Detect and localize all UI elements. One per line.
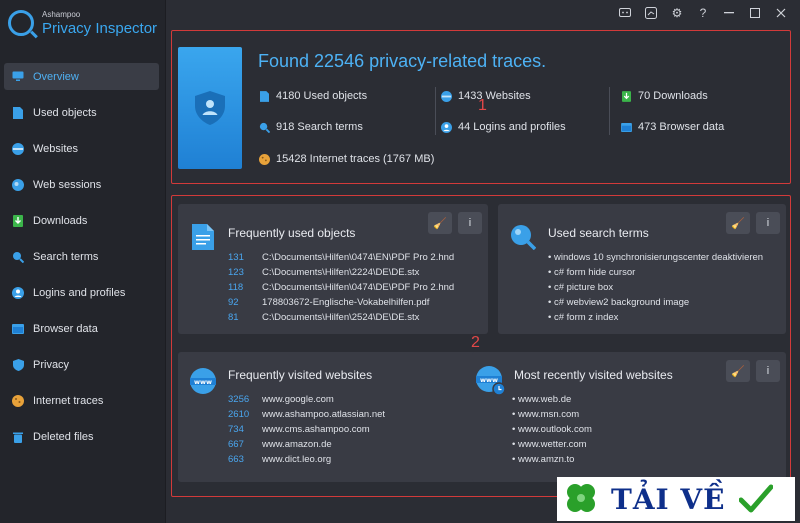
card-title: Used search terms (548, 226, 649, 240)
list-item[interactable]: 131 C:\Documents\Hilfen\0474\EN\PDF Pro 2… (228, 252, 454, 263)
overview-summary: Found 22546 privacy-related traces. 4180… (171, 30, 791, 184)
clean-button[interactable]: 🧹 (428, 212, 452, 234)
list-item[interactable]: 667 www.amazon.de (228, 439, 332, 450)
list-item[interactable]: 92 178803672-Englische-Vokabelhilfen.pdf (228, 297, 429, 308)
cards-area: 2 Frequently used objects 🧹 i 131 C:\Docu… (171, 195, 791, 497)
cookie-icon (12, 394, 24, 407)
info-button[interactable]: i (756, 360, 780, 382)
traces-found-title: Found 22546 privacy-related traces. (258, 51, 547, 71)
list-item[interactable]: 2610 www.ashampoo.atlassian.net (228, 409, 385, 420)
stat-used-objects[interactable]: 4180 Used objects (258, 90, 367, 102)
sidebar-item-search-terms[interactable]: Search terms (4, 243, 159, 270)
sidebar-item-privacy[interactable]: Privacy (4, 351, 159, 378)
stat-logins[interactable]: 44 Logins and profiles (440, 121, 566, 133)
shield-user-icon (195, 91, 225, 125)
stat-browser-data[interactable]: 473 Browser data (620, 121, 724, 133)
svg-text:www: www (194, 378, 212, 386)
list-item[interactable]: • windows 10 synchronisierungscenter dea… (548, 252, 763, 263)
document-icon (258, 90, 270, 102)
sidebar-item-internet-traces[interactable]: Internet traces (4, 387, 159, 414)
svg-text:www: www (480, 376, 498, 384)
download-icon (12, 214, 24, 227)
card-used-search-terms: Used search terms 🧹 i • windows 10 synch… (498, 204, 786, 334)
trash-icon (12, 431, 24, 443)
card-most-recently-visited-websites: www Most recently visited websites 🧹 i •… (472, 352, 786, 482)
list-item[interactable]: • c# form z index (548, 312, 618, 323)
clean-button[interactable]: 🧹 (726, 212, 750, 234)
annotation-marker-2: 2 (471, 334, 480, 351)
search-icon (12, 251, 24, 263)
info-button[interactable]: i (756, 212, 780, 234)
cookie-icon (258, 153, 270, 165)
user-icon (440, 121, 452, 133)
stat-search-terms[interactable]: 918 Search terms (258, 121, 363, 133)
magnifier-logo-icon (8, 10, 34, 36)
info-button[interactable]: i (458, 212, 482, 234)
brand: Ashampoo Privacy Inspector (8, 10, 157, 36)
broom-icon: 🧹 (731, 365, 745, 378)
card-title: Most recently visited websites (514, 368, 673, 382)
list-item[interactable]: • c# form hide cursor (548, 267, 635, 278)
list-item[interactable]: 81 C:\Documents\Hilfen\2524\DE\DE.stx (228, 312, 419, 323)
list-item[interactable]: 123 C:\Documents\Hilfen\2224\DE\DE.stx (228, 267, 419, 278)
www-icon (12, 142, 24, 155)
sidebar-item-deleted-files[interactable]: Deleted files (4, 423, 159, 450)
stat-divider (435, 87, 436, 135)
privacy-shield-tile (178, 47, 242, 169)
card-frequently-visited-websites: www Frequently visited websites 3256 www.… (178, 352, 488, 482)
stat-divider (609, 87, 610, 135)
sidebar-item-overview[interactable]: Overview (4, 63, 159, 90)
sidebar-item-websites[interactable]: Websites (4, 135, 159, 162)
card-title: Frequently visited websites (228, 368, 373, 382)
document-icon (192, 224, 214, 250)
browser-icon (620, 121, 632, 133)
search-icon (511, 225, 536, 250)
www-clock-icon: www (476, 366, 506, 396)
sidebar-item-browser-data[interactable]: Browser data (4, 315, 159, 342)
list-item[interactable]: 118 C:\Documents\Hilfen\0474\DE\PDF Pro 2… (228, 282, 454, 293)
main-content: Found 22546 privacy-related traces. 4180… (166, 0, 800, 523)
download-icon (620, 90, 632, 102)
stat-internet-traces[interactable]: 15428 Internet traces (1767 MB) (258, 153, 434, 165)
watermark-badge: TẢI VỀ (557, 477, 795, 521)
document-icon (12, 106, 24, 119)
list-item[interactable]: • www.msn.com (512, 409, 579, 420)
broom-icon: 🧹 (731, 217, 745, 230)
list-item[interactable]: • www.web.de (512, 394, 571, 405)
card-frequently-used-objects: Frequently used objects 🧹 i 131 C:\Docume… (178, 204, 488, 334)
globe-icon (12, 178, 24, 191)
list-item[interactable]: • www.amzn.to (512, 454, 574, 465)
list-item[interactable]: 3256 www.google.com (228, 394, 334, 405)
brand-company: Ashampoo (42, 9, 81, 19)
sidebar-item-logins-and-profiles[interactable]: Logins and profiles (4, 279, 159, 306)
list-item[interactable]: • www.outlook.com (512, 424, 592, 435)
clover-icon (567, 484, 595, 512)
card-title: Frequently used objects (228, 226, 356, 240)
sidebar-item-downloads[interactable]: Downloads (4, 207, 159, 234)
clean-button[interactable]: 🧹 (726, 360, 750, 382)
sidebar-item-web-sessions[interactable]: Web sessions (4, 171, 159, 198)
list-item[interactable]: • c# webview2 background image (548, 297, 689, 308)
shield-icon (12, 358, 24, 371)
list-item[interactable]: 663 www.dict.leo.org (228, 454, 331, 465)
list-item[interactable]: 734 www.cms.ashampoo.com (228, 424, 370, 435)
browser-icon (12, 323, 24, 335)
list-item[interactable]: • www.wetter.com (512, 439, 587, 450)
list-item[interactable]: • c# picture box (548, 282, 613, 293)
stat-downloads[interactable]: 70 Downloads (620, 90, 708, 102)
broom-icon: 🧹 (433, 217, 447, 230)
sidebar-nav: Overview Used objects Websites Web sessi… (4, 63, 159, 459)
sidebar: Ashampoo Privacy Inspector Overview Used… (0, 0, 166, 523)
watermark-text: TẢI VỀ (611, 482, 726, 516)
annotation-marker-1: 1 (478, 97, 487, 114)
monitor-icon (12, 71, 24, 83)
checkmark-icon (739, 484, 774, 513)
sidebar-item-used-objects[interactable]: Used objects (4, 99, 159, 126)
user-icon (12, 286, 24, 299)
www-icon: www (190, 368, 216, 394)
www-icon (440, 90, 452, 102)
brand-product: Privacy Inspector (42, 19, 158, 37)
search-icon (258, 121, 270, 133)
